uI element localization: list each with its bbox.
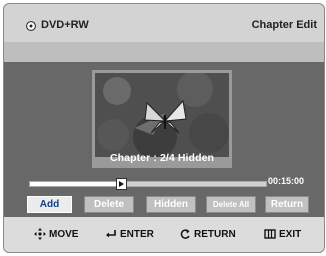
total-duration: 00:15:00: [268, 176, 305, 186]
return-arrow-icon: [180, 229, 190, 239]
return-button[interactable]: Return: [265, 196, 309, 213]
four-way-arrows-icon: [34, 228, 46, 240]
return-hint-label: RETURN: [194, 228, 236, 240]
playback-progress-bar[interactable]: [29, 181, 267, 187]
add-button[interactable]: Add: [27, 196, 72, 213]
butterfly-thumbnail-image: [95, 73, 229, 157]
footer-hints: MOVE ENTER RETURN EXIT: [4, 217, 324, 252]
move-hint: MOVE: [34, 228, 78, 240]
disc-icon: [26, 21, 36, 31]
chapter-status-caption: Chapter : 2/4 Hidden: [109, 152, 215, 164]
screen-title: Chapter Edit: [251, 19, 317, 31]
info-bar: [4, 42, 324, 62]
disc-type-label: DVD+RW: [41, 19, 89, 31]
delete-button[interactable]: Delete: [84, 196, 134, 213]
delete-all-button[interactable]: Delete All: [206, 196, 256, 213]
menu-exit-icon: [264, 229, 276, 239]
chapter-edit-window: DVD+RW Chapter Edit Chapter : 2/4 Hidden: [3, 3, 325, 253]
playhead-marker[interactable]: [115, 178, 127, 190]
hidden-button[interactable]: Hidden: [146, 196, 196, 213]
enter-key-icon: [106, 230, 116, 238]
enter-hint: ENTER: [105, 228, 154, 240]
progress-fill: [30, 182, 120, 186]
chapter-edit-panel: Chapter : 2/4 Hidden 00:15:00 Add Delete…: [4, 62, 324, 217]
exit-hint-label: EXIT: [279, 228, 302, 240]
enter-hint-label: ENTER: [120, 228, 154, 240]
exit-hint: EXIT: [264, 228, 301, 240]
move-hint-label: MOVE: [49, 228, 79, 240]
return-hint: RETURN: [179, 228, 236, 240]
